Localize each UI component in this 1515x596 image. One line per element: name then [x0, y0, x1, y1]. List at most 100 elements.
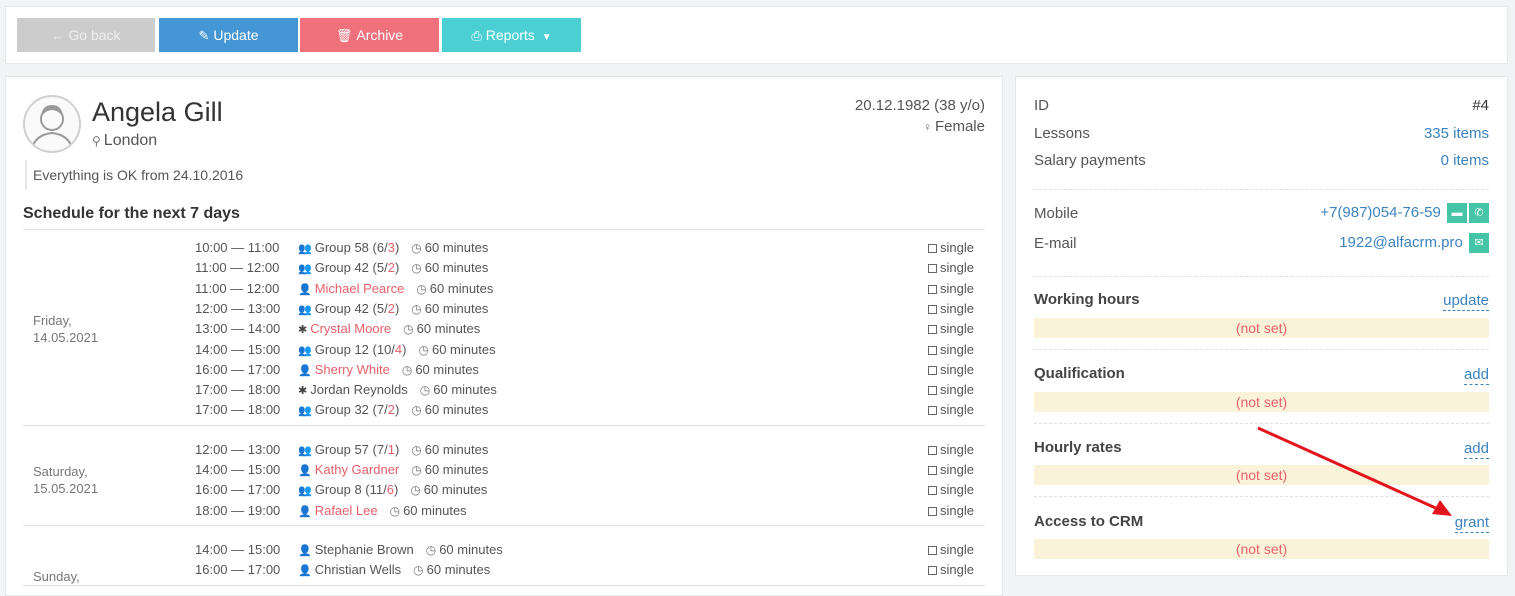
lesson-duration: 60 minutes [416, 321, 481, 337]
schedule-title: Schedule for the next 7 days [23, 205, 240, 222]
lesson-row[interactable]: 12:00 — 13:00 👥 Group 57 (7/1) ◷ 60 minutes s… [195, 440, 974, 460]
phone-icon[interactable]: ✆ [1469, 203, 1489, 223]
email-link[interactable]: 1922@alfacrm.pro [1339, 234, 1463, 251]
lesson-row[interactable]: 11:00 — 12:00 👥 Group 42 (5/2) ◷ 60 minutes s… [195, 258, 974, 278]
qualification-value: (not set) [1034, 392, 1489, 412]
lesson-duration: 60 minutes [415, 361, 479, 377]
working-hours-value: (not set) [1034, 318, 1489, 338]
lesson-row[interactable]: 17:00 — 18:00 👥 Group 32 (7/2) ◷ 60 minutes s… [195, 400, 974, 420]
lesson-participant[interactable]: Group 42 (5/ [315, 301, 388, 316]
lesson-participant[interactable]: Crystal Moore [310, 321, 391, 336]
pencil-icon: ✎ [198, 28, 210, 43]
lesson-row[interactable]: 11:00 — 12:00 👤 Michael Pearce ◷ 60 minutes s… [195, 279, 974, 299]
lessons-row: Lessons 335 items [1034, 125, 1489, 142]
access-crm-value: (not set) [1034, 539, 1489, 559]
lessons-link[interactable]: 335 items [1424, 125, 1489, 142]
checkbox-icon [928, 284, 938, 294]
lesson-type: single [928, 400, 974, 420]
lesson-type: single [928, 279, 974, 299]
lesson-duration: 60 minutes [424, 260, 489, 276]
lesson-participant[interactable]: Sherry White [315, 362, 390, 377]
clock-icon: ◷ [419, 383, 431, 398]
go-back-button[interactable]: ← Go back [17, 18, 155, 52]
lesson-participant[interactable]: Group 57 (7/ [315, 442, 388, 457]
lesson-participant[interactable]: Group 12 (10/ [315, 342, 395, 357]
lesson-duration: 60 minutes [429, 280, 494, 296]
lesson-time: 17:00 — 18:00 [195, 402, 281, 418]
lesson-row[interactable]: 14:00 — 15:00 👤 Kathy Gardner ◷ 60 minutes si… [195, 460, 974, 480]
envelope-icon[interactable]: ✉ [1469, 233, 1489, 253]
divider [1034, 189, 1489, 190]
clock-icon: ◷ [416, 281, 427, 296]
user-icon: 👤 [298, 465, 312, 477]
status-note: Everything is OK from 24.10.2016 [25, 160, 425, 190]
qualification-add-link[interactable]: add [1463, 365, 1489, 385]
lesson-type: single [928, 380, 974, 400]
access-crm-grant-link[interactable]: grant [1454, 513, 1489, 533]
lesson-participant[interactable]: Michael Pearce [315, 281, 405, 296]
lesson-row[interactable]: 10:00 — 11:00 👥 Group 58 (6/3) ◷ 60 minutes s… [195, 238, 974, 258]
clock-icon: ◷ [411, 403, 422, 418]
lesson-row[interactable]: 14:00 — 15:00 👥 Group 12 (10/4) ◷ 60 minutes… [195, 340, 974, 360]
lesson-type: single [928, 560, 974, 580]
mobile-row: Mobile +7(987)054-76-59 ▬ ✆ [1034, 203, 1489, 225]
lesson-duration: 60 minutes [424, 300, 489, 316]
group-count-extra: 2 [387, 300, 395, 316]
checkbox-icon [928, 506, 938, 516]
lesson-participant[interactable]: Group 32 (7/ [315, 402, 388, 417]
lesson-participant[interactable]: Rafael Lee [315, 503, 378, 518]
mobile-link[interactable]: +7(987)054-76-59 [1320, 204, 1441, 221]
lesson-participant[interactable]: Group 42 (5/ [315, 260, 388, 275]
checkbox-icon [928, 325, 938, 335]
lesson-row[interactable]: 18:00 — 19:00 👤 Rafael Lee ◷ 60 minutes singl… [195, 501, 974, 521]
clock-icon: ◷ [411, 463, 422, 477]
lesson-row[interactable]: 17:00 — 18:00 ✱ Jordan Reynolds ◷ 60 minutes… [195, 380, 974, 400]
divider [1034, 423, 1489, 424]
arrow-left-icon: ← [51, 28, 65, 43]
lesson-participant[interactable]: Jordan Reynolds [310, 382, 408, 397]
day-label: Sunday, [33, 568, 80, 584]
lesson-row[interactable]: 12:00 — 13:00 👥 Group 42 (5/2) ◷ 60 minutes s… [195, 299, 974, 319]
lesson-participant[interactable]: Group 8 (11/ [315, 482, 387, 497]
checkbox-icon [928, 545, 938, 555]
lesson-type: single [928, 258, 974, 278]
lesson-row[interactable]: 14:00 — 15:00 👤 Stephanie Brown ◷ 60 minutes… [195, 540, 974, 560]
reports-dropdown-button[interactable]: ⎙ Reports ▼ [442, 18, 581, 52]
working-hours-update-link[interactable]: update [1443, 291, 1489, 311]
lesson-participant[interactable]: Group 58 (6/ [315, 240, 388, 255]
lesson-row[interactable]: 16:00 — 17:00 👥 Group 8 (11/6) ◷ 60 minutes s… [195, 480, 974, 500]
lesson-row[interactable]: 16:00 — 17:00 👤 Sherry White ◷ 60 minutes sin… [195, 360, 974, 380]
clock-icon: ◷ [410, 483, 421, 498]
update-button[interactable]: ✎ Update [159, 18, 298, 52]
user-icon: 👤 [298, 364, 312, 377]
id-value: #4 [1472, 97, 1489, 114]
lesson-time: 12:00 — 13:00 [195, 441, 281, 457]
archive-button[interactable]: 🗑 Archive [300, 18, 439, 52]
date-of-birth: 20.12.1982 (38 y/o) [854, 97, 985, 114]
hourly-rates-add-link[interactable]: add [1463, 439, 1489, 459]
clock-icon: ◷ [403, 322, 414, 337]
lesson-time: 18:00 — 19:00 [195, 502, 281, 518]
lesson-type: single [928, 501, 974, 521]
checkbox-icon [928, 486, 938, 496]
map-marker-icon: ⚲ [92, 134, 101, 148]
email-row: E-mail 1922@alfacrm.pro ✉ [1034, 233, 1489, 255]
salary-payments-link[interactable]: 0 items [1441, 152, 1489, 169]
lesson-duration: 60 minutes [424, 402, 489, 418]
lesson-participant[interactable]: Christian Wells [315, 562, 401, 577]
lesson-time: 13:00 — 14:00 [195, 321, 281, 337]
clock-icon: ◷ [411, 301, 422, 316]
checkbox-icon [928, 264, 938, 274]
teacher-details-panel: ID #4 Lessons 335 items Salary payments … [1015, 76, 1508, 576]
lesson-participant[interactable]: Kathy Gardner [315, 462, 400, 477]
lesson-type: single [928, 299, 974, 319]
lesson-duration: 60 minutes [424, 240, 489, 255]
lesson-row[interactable]: 16:00 — 17:00 👤 Christian Wells ◷ 60 minutes… [195, 560, 974, 580]
lesson-duration: 60 minutes [433, 382, 497, 398]
lesson-row[interactable]: 13:00 — 14:00 ✱ Crystal Moore ◷ 60 minutes si… [195, 319, 974, 339]
lesson-participant[interactable]: Stephanie Brown [315, 542, 414, 557]
sms-icon[interactable]: ▬ [1447, 203, 1467, 223]
divider [1034, 276, 1489, 277]
lesson-type: single [928, 440, 974, 460]
lesson-duration: 60 minutes [424, 462, 489, 477]
